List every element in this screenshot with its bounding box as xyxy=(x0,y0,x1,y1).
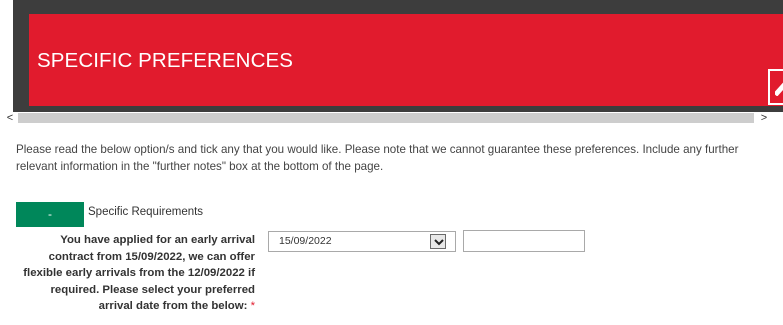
additional-input[interactable] xyxy=(463,230,585,252)
selected-date: 15/09/2022 xyxy=(279,235,332,247)
page-title: SPECIFIC PREFERENCES xyxy=(37,49,294,72)
scroll-thumb[interactable] xyxy=(18,113,754,123)
dropdown-button[interactable] xyxy=(430,234,446,249)
section-label: Specific Requirements xyxy=(88,206,204,218)
chevron-down-icon xyxy=(434,239,444,246)
chevron-up-icon xyxy=(775,82,783,96)
section-header: SPECIFIC PREFERENCES xyxy=(29,14,783,106)
scroll-right-button[interactable]: > xyxy=(757,112,771,124)
horizontal-scrollbar[interactable]: < > xyxy=(0,112,783,124)
question-label: You have applied for an early arrival co… xyxy=(15,232,255,315)
toggle-section-button[interactable]: - xyxy=(16,202,84,227)
scroll-left-button[interactable]: < xyxy=(3,112,17,124)
scroll-track[interactable] xyxy=(18,112,756,124)
arrival-date-select[interactable]: 15/09/2022 xyxy=(268,231,456,252)
collapse-section-button[interactable] xyxy=(768,69,783,105)
required-marker: * xyxy=(250,300,255,312)
intro-text: Please read the below option/s and tick … xyxy=(16,143,739,173)
question-text: You have applied for an early arrival co… xyxy=(23,234,255,312)
